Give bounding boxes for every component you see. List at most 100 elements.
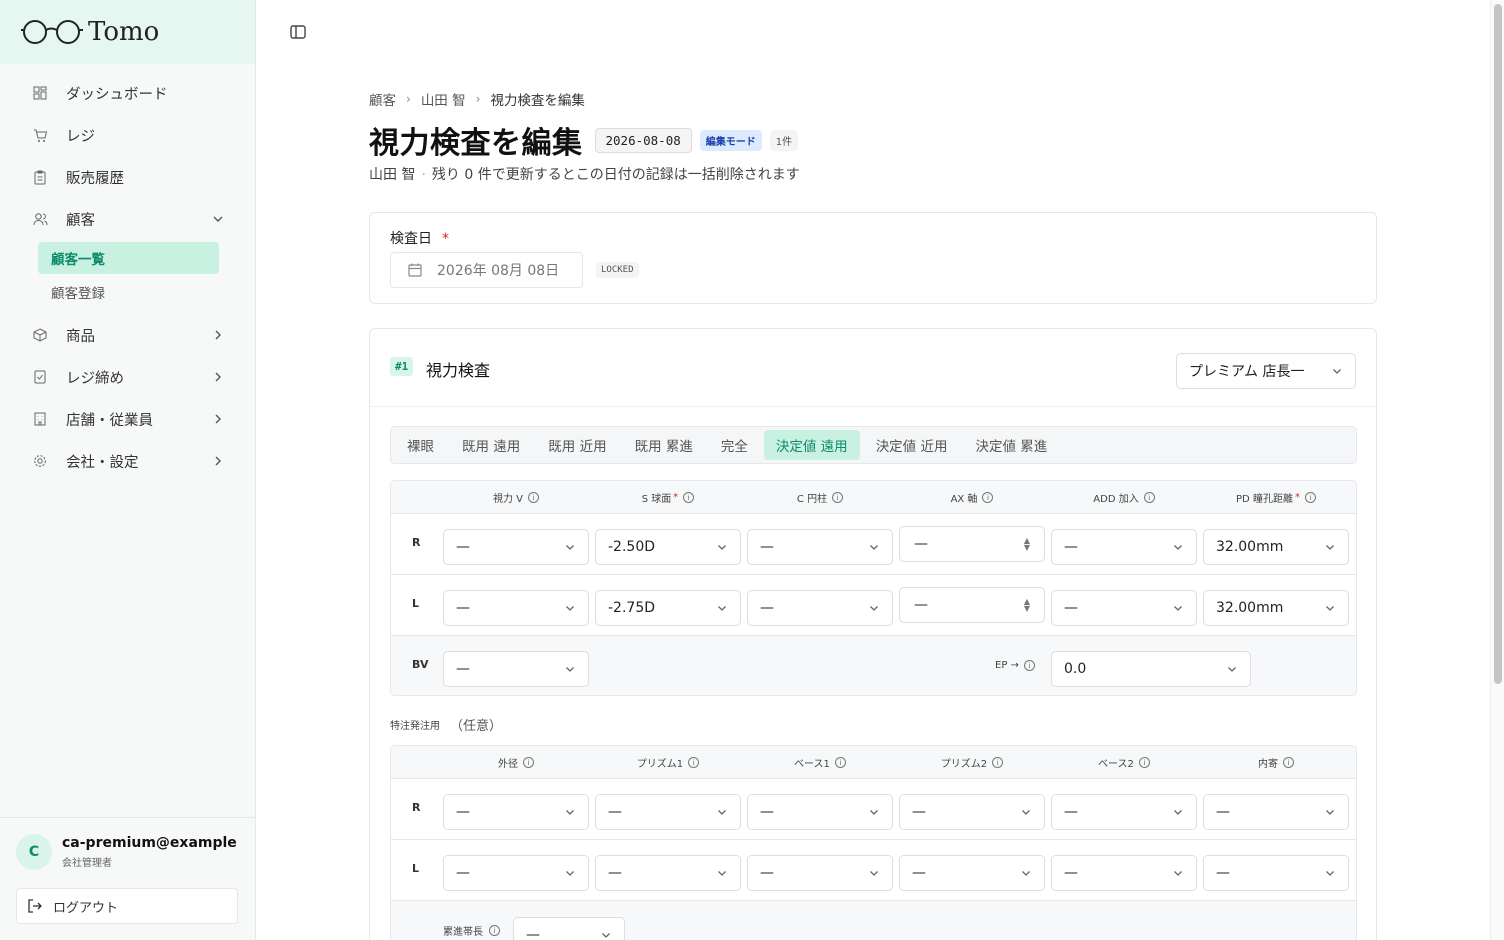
date-badge: 2026-08-08 — [594, 127, 692, 153]
column-header-cylinder: C 円柱 i — [747, 481, 893, 514]
breadcrumb-current: 視力検査を編集 — [490, 93, 585, 109]
breadcrumb-customer-name[interactable]: 山田 智 — [421, 89, 466, 109]
base1-select[interactable]: — — [747, 855, 893, 891]
staff-select[interactable]: プレミアム 店長一 — [1176, 353, 1356, 389]
column-header-base1: ベース1 i — [747, 746, 893, 779]
logout-button[interactable]: ログアウト — [16, 888, 238, 924]
info-icon[interactable]: i — [489, 925, 500, 936]
info-icon[interactable]: i — [1023, 660, 1035, 671]
visual-acuity-select[interactable]: — — [443, 529, 589, 565]
chevron-down-icon — [1020, 806, 1032, 818]
exam-date-field[interactable]: 2026年 08月 08日 — [390, 252, 583, 288]
sidebar-toggle-icon[interactable] — [289, 23, 307, 41]
scrollbar[interactable] — [1490, 0, 1504, 940]
info-icon[interactable]: i — [1138, 757, 1150, 768]
info-icon[interactable]: i — [992, 757, 1004, 768]
tab-existing-near[interactable]: 既用 近用 — [536, 430, 618, 460]
prism2-select[interactable]: — — [899, 794, 1045, 830]
info-icon[interactable]: i — [834, 757, 846, 768]
prism2-select[interactable]: — — [899, 855, 1045, 891]
progressive-length-select[interactable]: — — [513, 917, 625, 940]
chevron-down-icon — [1172, 541, 1184, 553]
chevron-down-icon — [716, 602, 728, 614]
sidebar-item-register[interactable]: レジ — [0, 114, 255, 156]
stepper-arrows-icon[interactable]: ▲ ▼ — [1024, 537, 1030, 552]
sidebar-item-sales-history[interactable]: 販売履歴 — [0, 156, 255, 198]
prism1-select[interactable]: — — [595, 855, 741, 891]
info-icon[interactable]: i — [523, 757, 534, 768]
building-icon — [32, 411, 48, 427]
breadcrumb: 顧客 › 山田 智 › 視力検査を編集 — [369, 89, 585, 109]
sidebar-item-dashboard[interactable]: ダッシュボード — [0, 72, 255, 114]
info-icon[interactable]: i — [688, 757, 700, 768]
sphere-select[interactable]: -2.50D — [595, 529, 741, 565]
column-header-base2: ベース2 i — [1051, 746, 1197, 779]
info-icon[interactable]: i — [982, 492, 994, 503]
users-icon — [32, 211, 48, 227]
tab-existing-far[interactable]: 既用 遠用 — [450, 430, 532, 460]
sidebar-item-company-settings[interactable]: 会社・設定 — [0, 440, 255, 482]
locked-badge: LOCKED — [596, 262, 639, 278]
info-icon[interactable]: i — [832, 492, 844, 503]
tab-naked-eye[interactable]: 裸眼 — [395, 430, 446, 460]
exam-date-label: 検査日 * — [390, 231, 449, 247]
cart-icon — [32, 127, 48, 143]
exam-date-value: 2026年 08月 08日 — [437, 263, 560, 279]
exam-date-card: 検査日 * 2026年 08月 08日 LOCKED — [369, 212, 1377, 304]
sidebar-item-customers[interactable]: 顧客 — [0, 198, 255, 240]
cylinder-select[interactable]: — — [747, 529, 893, 565]
scrollbar-thumb[interactable] — [1494, 4, 1502, 684]
column-header-axis: AX 軸i — [899, 481, 1045, 514]
sidebar-item-label: 顧客 — [66, 212, 95, 229]
base1-select[interactable]: — — [747, 794, 893, 830]
inset-select[interactable]: — — [1203, 794, 1349, 830]
sidebar-subitem-customer-list[interactable]: 顧客一覧 — [38, 242, 219, 274]
chevron-down-icon — [1324, 602, 1336, 614]
cylinder-select[interactable]: — — [747, 590, 893, 626]
sidebar-subitem-customer-register[interactable]: 顧客登録 — [38, 276, 219, 308]
sidebar-item-products[interactable]: 商品 — [0, 314, 255, 356]
info-icon[interactable]: i — [1143, 492, 1155, 503]
binocular-acuity-select[interactable]: — — [443, 651, 589, 687]
info-icon[interactable]: i — [1304, 492, 1316, 503]
tab-final-far[interactable]: 決定値 遠用 — [763, 430, 860, 460]
add-select[interactable]: — — [1051, 590, 1197, 626]
base2-select[interactable]: — — [1051, 855, 1197, 891]
info-icon[interactable]: i — [683, 492, 695, 503]
axis-stepper[interactable]: — ▲ ▼ — [899, 526, 1045, 562]
column-header-outer-diameter: 外径 i — [443, 746, 589, 779]
ep-select[interactable]: 0.0 — [1051, 651, 1251, 687]
outer-diameter-select[interactable]: — — [443, 855, 589, 891]
update-note: 残り 0 件で更新するとこの日付の記録は一括削除されます — [431, 167, 800, 183]
outer-diameter-select[interactable]: — — [443, 794, 589, 830]
sphere-select[interactable]: -2.75D — [595, 590, 741, 626]
eye-label: R — [412, 536, 421, 549]
logout-icon — [27, 898, 43, 914]
brand-logo[interactable]: Tomo — [0, 0, 255, 64]
visual-acuity-select[interactable]: — — [443, 590, 589, 626]
inset-select[interactable]: — — [1203, 855, 1349, 891]
tab-final-near[interactable]: 決定値 近用 — [864, 430, 960, 460]
chevron-down-icon — [1324, 806, 1336, 818]
pd-select[interactable]: 32.00mm — [1203, 529, 1349, 565]
tab-existing-progressive[interactable]: 既用 累進 — [623, 430, 705, 460]
sidebar-item-stores-staff[interactable]: 店舗・従業員 — [0, 398, 255, 440]
axis-stepper[interactable]: — ▲ ▼ — [899, 587, 1045, 623]
special-order-label: 特注発注用 （任意） — [390, 715, 502, 734]
receipt-icon — [32, 369, 48, 385]
info-icon[interactable]: i — [1283, 757, 1294, 768]
tab-final-progressive[interactable]: 決定値 累進 — [963, 430, 1059, 460]
chevron-down-icon — [868, 806, 880, 818]
sidebar-item-register-close[interactable]: レジ締め — [0, 356, 255, 398]
stepper-arrows-icon[interactable]: ▲ ▼ — [1024, 598, 1030, 613]
info-icon[interactable]: i — [528, 492, 540, 503]
add-select[interactable]: — — [1051, 529, 1197, 565]
base2-select[interactable]: — — [1051, 794, 1197, 830]
page-header: 視力検査を編集 2026-08-08 編集モード 1件 — [369, 118, 799, 162]
breadcrumb-customers[interactable]: 顧客 — [369, 89, 396, 109]
pd-select[interactable]: 32.00mm — [1203, 590, 1349, 626]
tab-full[interactable]: 完全 — [709, 430, 760, 460]
prism1-select[interactable]: — — [595, 794, 741, 830]
chevron-right-icon — [215, 372, 221, 382]
column-header-pd: PD 瞳孔距離 * i — [1203, 481, 1349, 514]
